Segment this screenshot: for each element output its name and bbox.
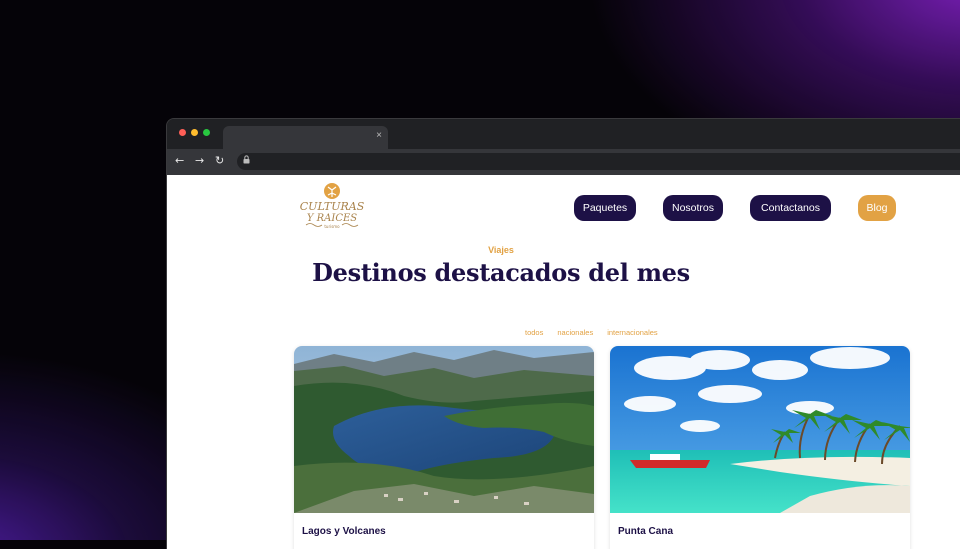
logo-tagline: turismo <box>324 224 340 229</box>
destination-filters: todos nacionales internacionales <box>525 328 658 337</box>
lock-icon <box>243 155 250 164</box>
window-controls <box>179 129 210 136</box>
destination-card[interactable]: Lagos y Volcanes <box>294 346 594 549</box>
maximize-window-dot[interactable] <box>203 129 210 136</box>
filter-todos[interactable]: todos <box>525 328 543 337</box>
forward-arrow-icon[interactable]: → <box>195 154 204 167</box>
filter-internacionales[interactable]: internacionales <box>607 328 657 337</box>
tropical-beach-photo <box>610 346 910 513</box>
minimize-window-dot[interactable] <box>191 129 198 136</box>
nav-blog-button[interactable]: Blog <box>858 195 896 221</box>
section-title: Destinos destacados del mes <box>312 258 690 287</box>
filter-nacionales[interactable]: nacionales <box>557 328 593 337</box>
logo-line1: CULTURAS <box>300 200 365 213</box>
web-page: CULTURAS Y RAICES turismo Paquetes Nosot… <box>167 175 960 549</box>
site-header: CULTURAS Y RAICES turismo Paquetes Nosot… <box>167 175 960 245</box>
nav-nosotros-button[interactable]: Nosotros <box>663 195 723 221</box>
site-logo[interactable]: CULTURAS Y RAICES turismo <box>294 181 370 237</box>
address-bar[interactable] <box>237 153 960 170</box>
browser-tab[interactable]: × <box>223 126 388 149</box>
browser-titlebar: × <box>167 119 960 149</box>
mountain-lake-photo <box>294 346 594 513</box>
close-window-dot[interactable] <box>179 129 186 136</box>
browser-toolbar: ← → ↻ <box>167 149 960 175</box>
nav-contactanos-button[interactable]: Contactanos <box>750 195 831 221</box>
section-eyebrow: Viajes <box>488 245 514 255</box>
browser-window: × ← → ↻ CULTURAS Y RAICES turismo Paquet… <box>166 118 960 549</box>
logo-line2: Y RAICES <box>307 213 357 224</box>
tab-close-icon[interactable]: × <box>376 130 382 141</box>
reload-icon[interactable]: ↻ <box>215 154 224 167</box>
nav-paquetes-button[interactable]: Paquetes <box>574 195 636 221</box>
card-title: Punta Cana <box>618 526 674 537</box>
destination-card[interactable]: Punta Cana <box>610 346 910 549</box>
card-title: Lagos y Volcanes <box>302 526 386 537</box>
back-arrow-icon[interactable]: ← <box>175 154 184 167</box>
